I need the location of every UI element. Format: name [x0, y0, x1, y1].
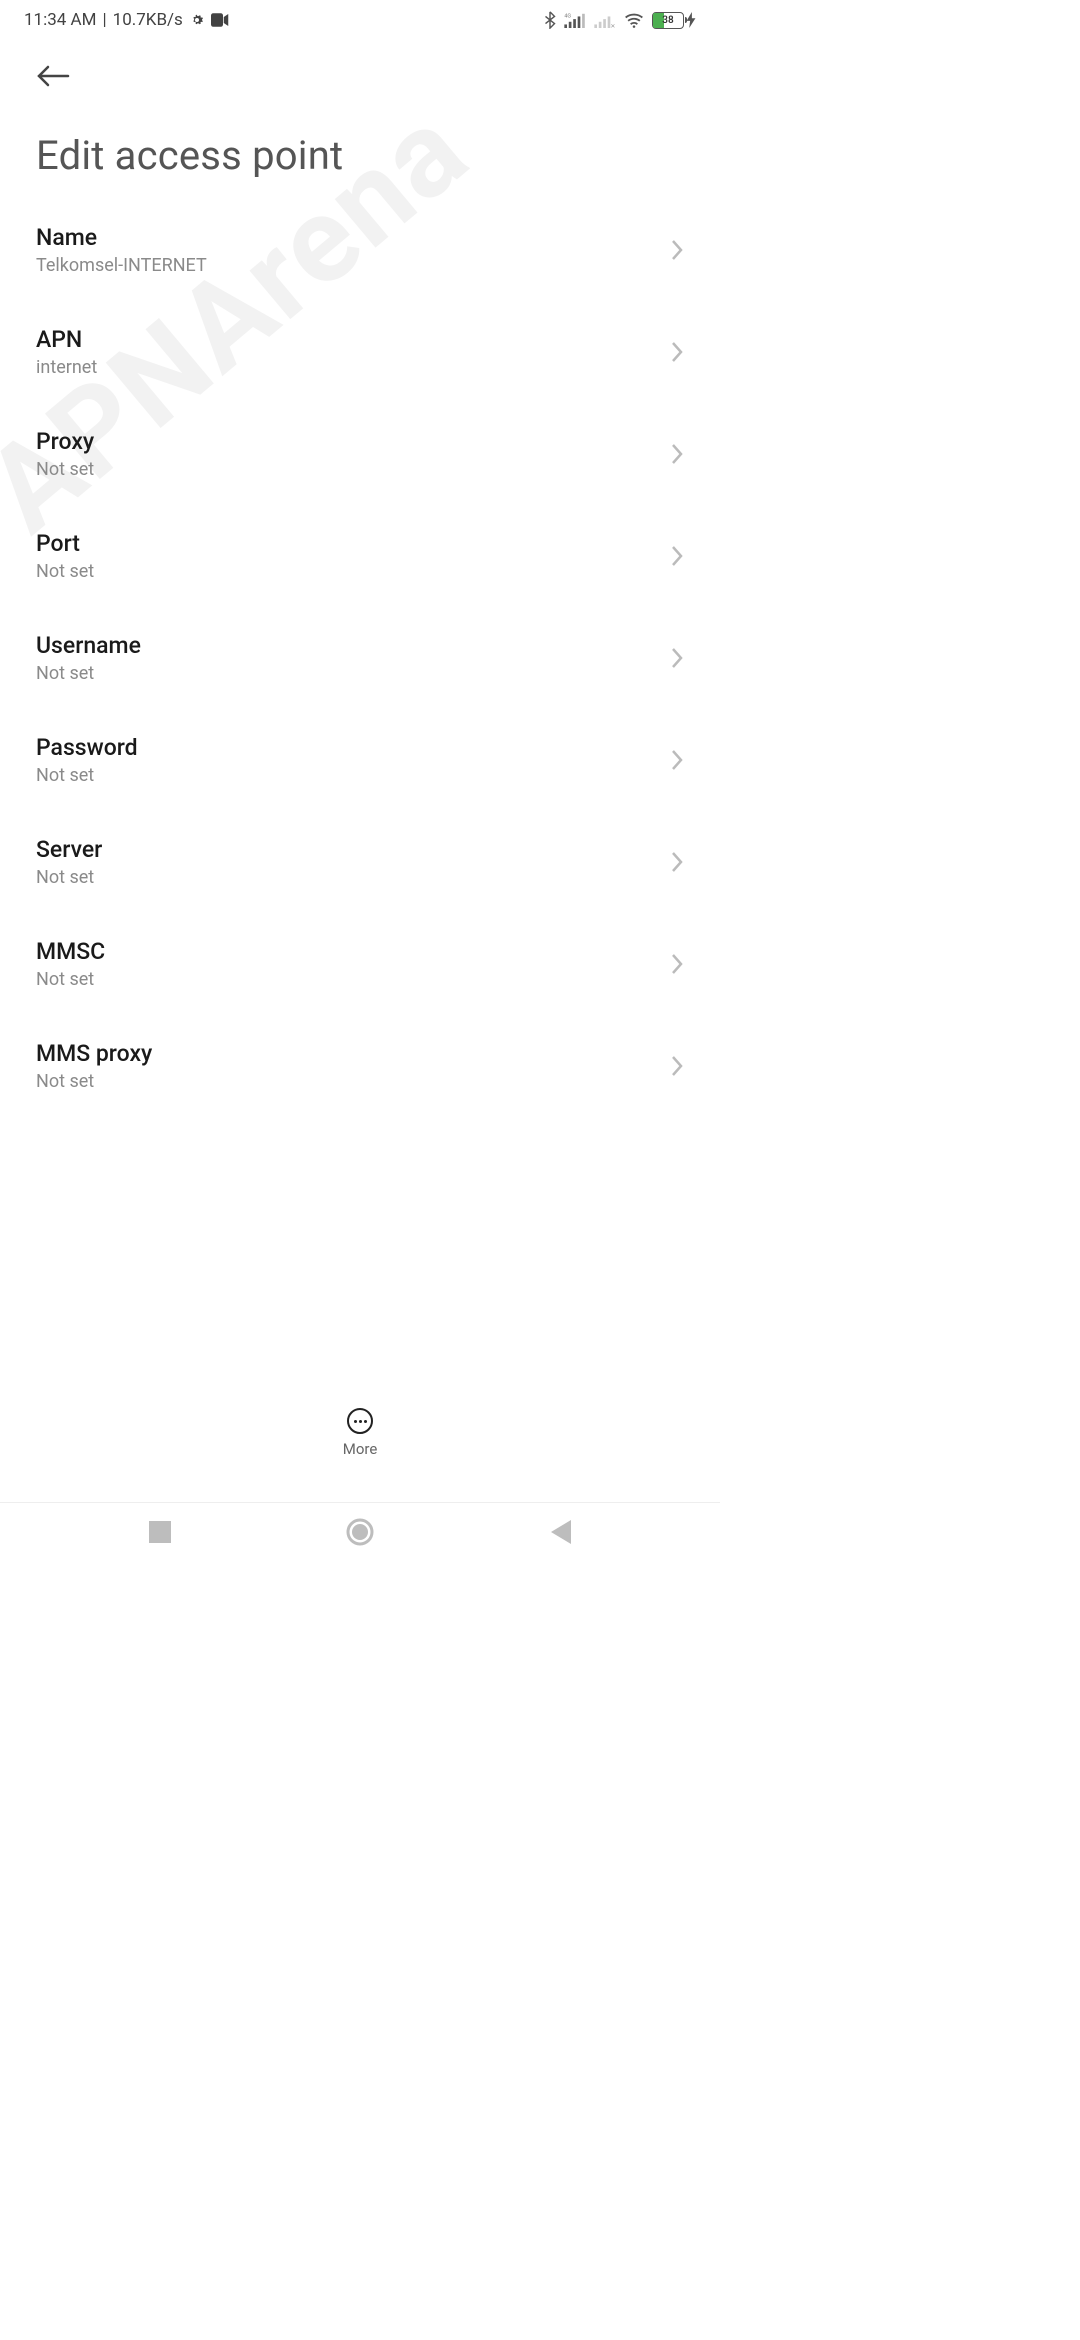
arrow-left-icon [36, 64, 70, 88]
chevron-right-icon [670, 239, 684, 261]
header [0, 40, 720, 102]
navigation-bar [0, 1502, 720, 1560]
wifi-icon [624, 11, 644, 29]
status-right: 4G ✕ 38 [544, 11, 696, 29]
status-left: 11:34 AM | 10.7KB/s [24, 10, 229, 30]
setting-value: Not set [36, 765, 138, 786]
setting-label: MMS proxy [36, 1040, 152, 1067]
circle-icon [346, 1518, 374, 1546]
signal-nosim-icon: ✕ [594, 12, 616, 28]
setting-username[interactable]: Username Not set [36, 607, 684, 709]
square-icon [149, 1521, 171, 1543]
setting-label: Password [36, 734, 138, 761]
setting-mmsc[interactable]: MMSC Not set [36, 913, 684, 1015]
setting-label: Proxy [36, 428, 94, 455]
setting-port[interactable]: Port Not set [36, 505, 684, 607]
status-speed: 10.7KB/s [113, 10, 183, 30]
setting-label: Username [36, 632, 141, 659]
battery-percent: 38 [653, 15, 683, 26]
settings-list: Name Telkomsel-INTERNET APN internet Pro… [0, 199, 720, 1117]
chevron-right-icon [670, 953, 684, 975]
bluetooth-icon [544, 11, 556, 29]
setting-value: Not set [36, 1071, 152, 1092]
nav-back-button[interactable] [530, 1512, 590, 1552]
svg-text:✕: ✕ [610, 22, 615, 28]
setting-password[interactable]: Password Not set [36, 709, 684, 811]
setting-proxy[interactable]: Proxy Not set [36, 403, 684, 505]
chevron-right-icon [670, 545, 684, 567]
svg-text:4G: 4G [564, 13, 571, 19]
bottom-action-bar: More [0, 1388, 720, 1478]
setting-value: Not set [36, 561, 94, 582]
setting-value: Not set [36, 663, 141, 684]
chevron-right-icon [670, 1055, 684, 1077]
chevron-right-icon [670, 443, 684, 465]
back-button[interactable] [36, 60, 70, 92]
chevron-right-icon [670, 341, 684, 363]
setting-value: Not set [36, 459, 94, 480]
page-title: Edit access point [0, 102, 720, 199]
setting-label: MMSC [36, 938, 105, 965]
signal-4g-icon: 4G [564, 12, 586, 28]
charging-icon [686, 12, 696, 28]
setting-mms-proxy[interactable]: MMS proxy Not set [36, 1015, 684, 1117]
setting-label: Name [36, 224, 207, 251]
chevron-right-icon [670, 647, 684, 669]
more-button[interactable]: More [343, 1408, 378, 1458]
triangle-left-icon [549, 1520, 571, 1544]
status-bar: 11:34 AM | 10.7KB/s 4G ✕ [0, 0, 720, 40]
more-icon [347, 1408, 373, 1434]
setting-label: Port [36, 530, 94, 557]
setting-label: APN [36, 326, 97, 353]
setting-label: Server [36, 836, 102, 863]
status-time: 11:34 AM [24, 10, 96, 30]
setting-value: Not set [36, 969, 105, 990]
nav-recent-button[interactable] [130, 1512, 190, 1552]
more-label: More [343, 1440, 378, 1458]
status-divider: | [102, 10, 106, 30]
gear-icon [189, 12, 205, 28]
setting-value: Telkomsel-INTERNET [36, 255, 207, 276]
setting-server[interactable]: Server Not set [36, 811, 684, 913]
setting-value: internet [36, 357, 97, 378]
camera-icon [211, 13, 229, 27]
battery-indicator: 38 [652, 12, 696, 29]
chevron-right-icon [670, 851, 684, 873]
chevron-right-icon [670, 749, 684, 771]
setting-name[interactable]: Name Telkomsel-INTERNET [36, 199, 684, 301]
setting-value: Not set [36, 867, 102, 888]
setting-apn[interactable]: APN internet [36, 301, 684, 403]
nav-home-button[interactable] [330, 1512, 390, 1552]
